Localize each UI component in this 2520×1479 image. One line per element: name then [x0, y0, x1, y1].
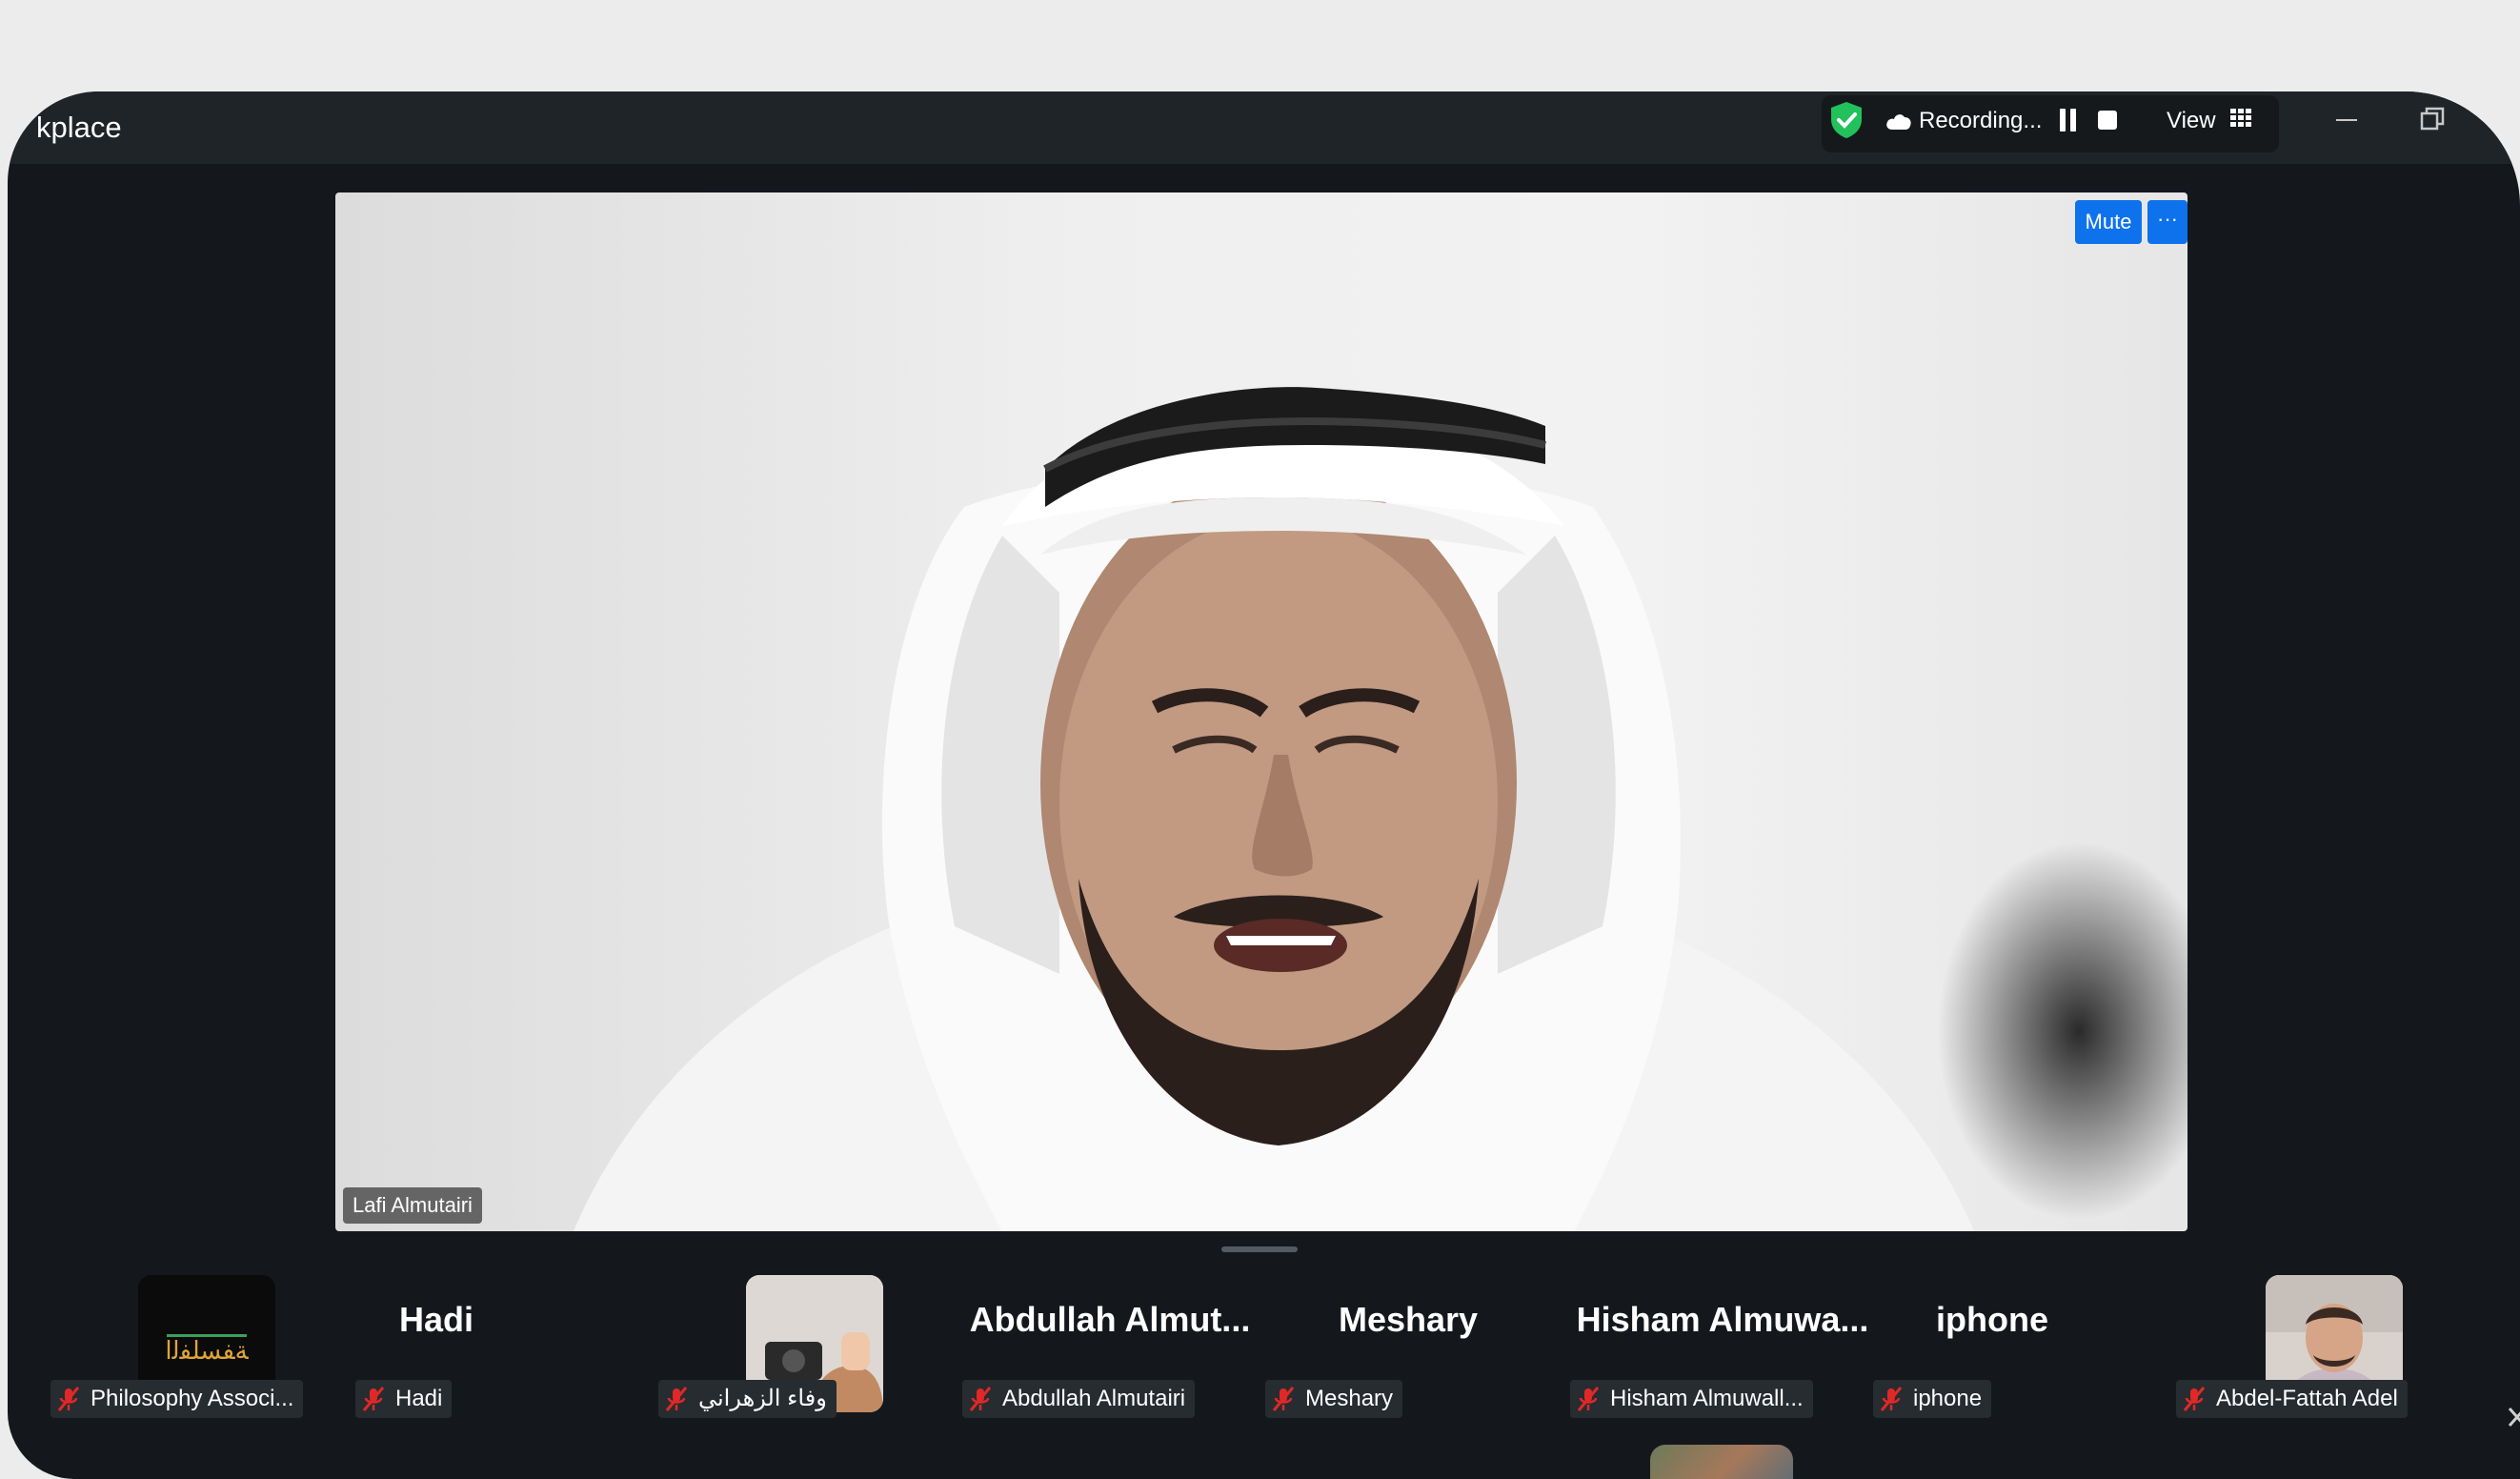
meeting-window: kplace Recording... View Mute ··· Lafi A…: [8, 91, 2520, 1479]
mic-off-icon: [665, 1387, 688, 1411]
mute-button[interactable]: Mute: [2075, 200, 2142, 244]
cloud-icon: [1886, 114, 1911, 130]
minimize-icon[interactable]: [2336, 119, 2357, 121]
participant-name: Philosophy Associ...: [91, 1386, 294, 1411]
mic-off-icon: [1577, 1387, 1600, 1411]
speaker-name-tag: Lafi Almutairi: [343, 1187, 482, 1224]
mic-off-icon: [57, 1387, 80, 1411]
participant-tile[interactable]: Meshary Meshary: [1265, 1254, 1561, 1445]
mic-off-icon: [362, 1387, 385, 1411]
participant-tile[interactable]: ﺔﻔﺴﻠﻔﻟﺍ Philosophy Associ...: [50, 1254, 346, 1445]
mic-off-icon: [969, 1387, 992, 1411]
svg-text:ﺔﻔﺴﻠﻔﻟﺍ: ﺔﻔﺴﻠﻔﻟﺍ: [165, 1337, 249, 1366]
recording-status: Recording...: [1919, 108, 2043, 133]
participant-label: Abdullah Almutairi: [962, 1380, 1196, 1418]
gallery-drag-handle[interactable]: [1221, 1246, 1298, 1252]
participant-display-name: Meshary: [1338, 1300, 1479, 1339]
pause-icon[interactable]: [2060, 109, 2077, 132]
participant-name: Hisham Almuwall...: [1610, 1386, 1804, 1411]
participant-name: Abdel-Fattah Adel: [2216, 1386, 2398, 1411]
view-button[interactable]: View: [2167, 108, 2216, 134]
title-bar: kplace Recording... View: [8, 91, 2520, 164]
participant-tile[interactable]: Hisham Almuwa... Hisham Almuwall...: [1570, 1254, 1868, 1445]
participant-label: وفاء الزهراني: [658, 1380, 837, 1418]
participant-name: Meshary: [1305, 1386, 1394, 1411]
window-title: kplace: [36, 111, 122, 144]
stop-icon[interactable]: [2098, 111, 2117, 130]
participant-tile[interactable]: Abdullah Almut... Abdullah Almutairi: [962, 1254, 1258, 1445]
active-speaker-video[interactable]: Mute ··· Lafi Almutairi: [335, 192, 2187, 1231]
speaker-figure: [574, 387, 1974, 1231]
grid-icon[interactable]: [2229, 107, 2252, 130]
participant-name: وفاء الزهراني: [698, 1386, 827, 1411]
participant-label: Hadi: [355, 1380, 453, 1418]
restore-icon[interactable]: [2420, 107, 2445, 132]
participant-tile[interactable]: Hadi Hadi: [355, 1254, 651, 1445]
participant-name: Abdullah Almutairi: [1002, 1386, 1186, 1411]
participant-display-name: Hadi: [398, 1300, 474, 1339]
participant-name: Hadi: [395, 1386, 443, 1411]
participant-label: Hisham Almuwall...: [1570, 1380, 1813, 1418]
participant-label: Abdel-Fattah Adel: [2176, 1380, 2408, 1418]
shield-icon[interactable]: [1829, 101, 1864, 139]
mic-off-icon: [1880, 1387, 1903, 1411]
participant-display-name: iphone: [1936, 1300, 2048, 1339]
participant-tile[interactable]: iphone iphone: [1873, 1254, 2168, 1445]
participant-label: Meshary: [1265, 1380, 1403, 1418]
participant-label: Philosophy Associ...: [50, 1380, 304, 1418]
participant-display-name: Hisham Almuwa...: [1576, 1300, 1869, 1339]
mic-off-icon: [1272, 1387, 1295, 1411]
participant-label: iphone: [1873, 1380, 1992, 1418]
close-icon[interactable]: [2508, 1403, 2520, 1431]
participant-name: iphone: [1913, 1386, 1983, 1411]
participant-display-name: Abdullah Almut...: [969, 1300, 1251, 1339]
participant-tile[interactable]: وفاء الزهراني: [658, 1254, 954, 1445]
next-row-thumbnail[interactable]: [1650, 1445, 1793, 1479]
more-options-button[interactable]: ···: [2147, 200, 2187, 244]
mic-off-icon: [2183, 1387, 2206, 1411]
participant-tile[interactable]: Abdel-Fattah Adel: [2176, 1254, 2471, 1445]
